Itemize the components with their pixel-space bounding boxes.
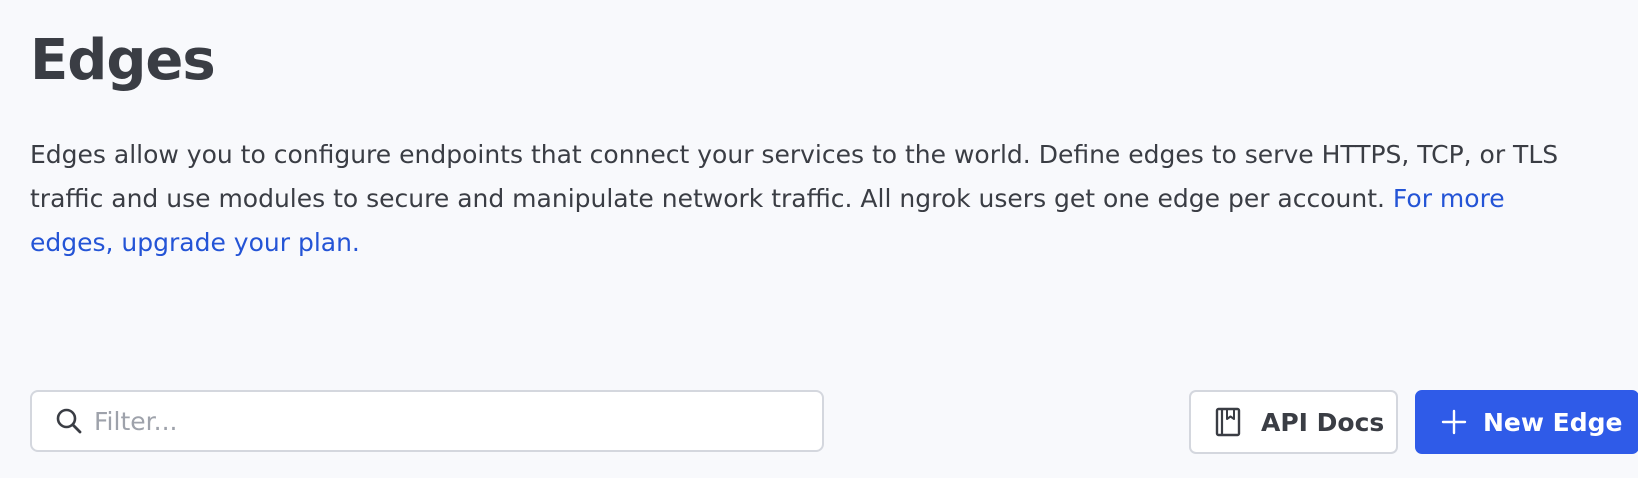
filter-box[interactable] — [30, 390, 824, 452]
api-docs-label: API Docs — [1261, 407, 1385, 437]
edges-page: Edges Edges allow you to configure endpo… — [30, 0, 1638, 478]
page-description: Edges allow you to configure endpoints t… — [30, 133, 1590, 265]
plus-icon — [1441, 409, 1467, 435]
api-docs-button[interactable]: API Docs — [1189, 390, 1398, 454]
page-title: Edges — [30, 28, 216, 93]
filter-input[interactable] — [94, 396, 794, 446]
book-icon — [1215, 407, 1241, 437]
description-text: Edges allow you to configure endpoints t… — [30, 140, 1559, 213]
new-edge-button[interactable]: New Edge — [1415, 390, 1638, 454]
search-icon — [56, 408, 82, 434]
new-edge-label: New Edge — [1483, 407, 1623, 437]
toolbar: API Docs New Edge — [30, 390, 1638, 454]
